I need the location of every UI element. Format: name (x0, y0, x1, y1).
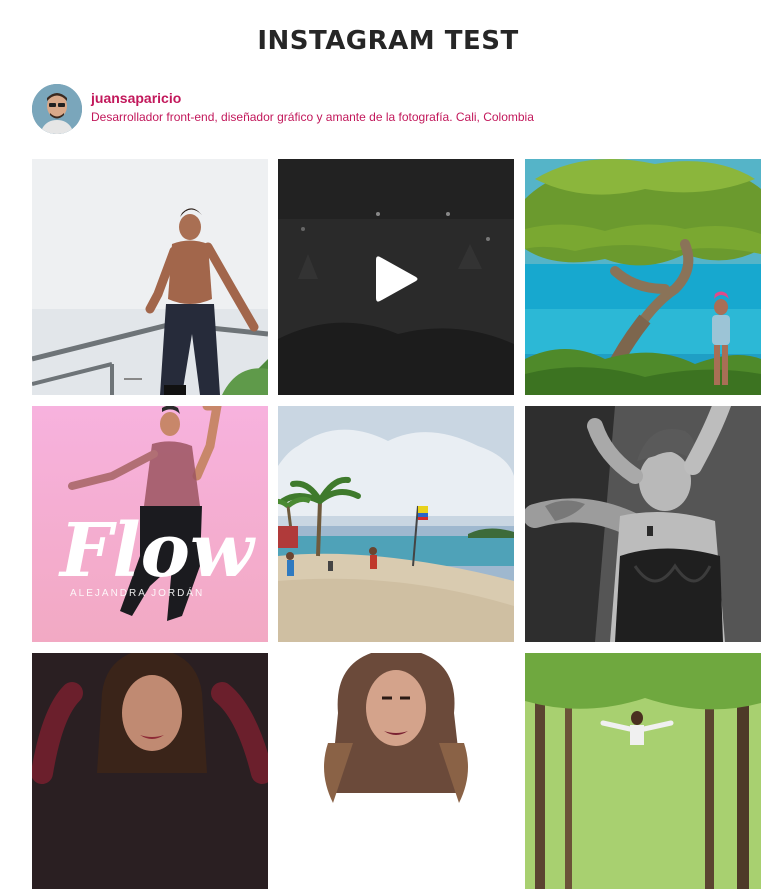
page-title: INSTAGRAM TEST (257, 26, 519, 56)
post-tile-2[interactable] (278, 159, 514, 395)
post-tile-9[interactable] (525, 653, 761, 889)
post-tile-8[interactable] (278, 653, 514, 889)
profile-bio: Desarrollador front-end, diseñador gráfi… (91, 110, 534, 124)
post-tile-1[interactable] (32, 159, 268, 395)
photo-grid: Flow . ALEJANDRA JORDÁN (32, 159, 762, 889)
post-tile-4[interactable]: Flow . ALEJANDRA JORDÁN (32, 406, 268, 642)
avatar[interactable] (32, 84, 82, 134)
post-tile-6[interactable] (525, 406, 761, 642)
post-tile-3[interactable] (525, 159, 761, 395)
post-tile-5[interactable] (278, 406, 514, 642)
flow-credit: ALEJANDRA JORDÁN (70, 586, 204, 599)
post-tile-7[interactable] (32, 653, 268, 889)
profile-username[interactable]: juansaparicio (91, 90, 181, 106)
